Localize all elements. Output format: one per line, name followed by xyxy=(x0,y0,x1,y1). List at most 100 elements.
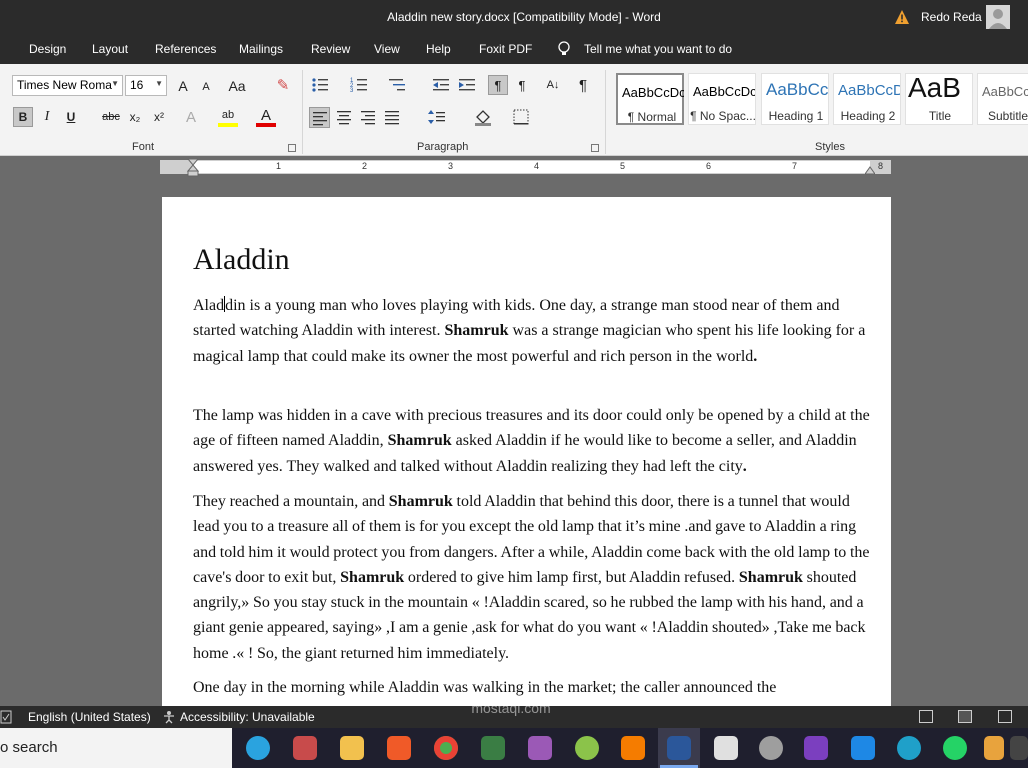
justify-icon[interactable] xyxy=(383,108,401,126)
multilevel-list-icon[interactable] xyxy=(388,77,406,93)
style-title[interactable]: AaB Title xyxy=(905,72,973,125)
document-title[interactable]: Aladdin xyxy=(193,243,290,277)
superscript-button[interactable]: x² xyxy=(150,107,168,127)
chrome-icon[interactable] xyxy=(434,736,458,760)
read-mode-icon[interactable] xyxy=(919,710,933,723)
style-label: Heading 2 xyxy=(840,109,896,123)
tab-layout[interactable]: Layout xyxy=(92,42,128,56)
bold-name: Shamruk xyxy=(738,568,803,586)
style-normal[interactable]: AaBbCcDc ¶ Normal xyxy=(616,73,684,125)
chevron-down-icon[interactable]: ▼ xyxy=(155,79,163,88)
increase-indent-icon[interactable] xyxy=(458,77,476,93)
print-layout-icon[interactable] xyxy=(958,710,972,723)
paragraph-3[interactable]: They reached a mountain, and Shamruk tol… xyxy=(193,489,873,666)
visual-studio-icon[interactable] xyxy=(804,736,828,760)
grow-font-button[interactable]: A xyxy=(174,77,192,95)
ltr-direction-icon[interactable]: ¶ xyxy=(488,75,508,95)
style-no-spacing[interactable]: AaBbCcDc ¶ No Spac... xyxy=(688,73,756,125)
rtl-direction-icon[interactable]: ¶ xyxy=(512,75,532,95)
document-page[interactable]: Aladdin Aladdin is a young man who loves… xyxy=(162,197,891,706)
media-icon[interactable] xyxy=(759,736,783,760)
whatsapp-icon[interactable] xyxy=(943,736,967,760)
telegram-icon[interactable] xyxy=(246,736,270,760)
shrink-font-button[interactable]: A xyxy=(198,79,214,95)
pdf-app-icon[interactable] xyxy=(528,736,552,760)
bold-name: Shamruk xyxy=(444,322,509,340)
app-icon[interactable] xyxy=(984,736,1004,760)
dialog-launcher-icon[interactable] xyxy=(288,144,296,152)
highlight-color-icon[interactable]: ab xyxy=(218,107,238,127)
font-color-button[interactable]: A xyxy=(256,107,276,127)
show-formatting-button[interactable]: ¶ xyxy=(574,75,592,95)
clear-formatting-icon[interactable]: ✎ xyxy=(274,76,292,94)
app-icon[interactable] xyxy=(575,736,599,760)
tab-design[interactable]: Design xyxy=(29,42,66,56)
style-heading-2[interactable]: AaBbCcD Heading 2 xyxy=(833,73,901,125)
ruler-number: 3 xyxy=(448,161,454,171)
bold-name: Shamruk xyxy=(387,432,452,450)
font-size-combo[interactable]: 16 ▼ xyxy=(125,75,167,96)
tab-references[interactable]: References xyxy=(155,42,216,56)
horizontal-ruler[interactable]: 1 2 3 4 5 6 7 8 xyxy=(160,159,891,177)
indent-marker-icon[interactable] xyxy=(187,159,199,177)
strikethrough-button[interactable]: abc xyxy=(100,107,122,127)
underline-button[interactable]: U xyxy=(62,107,80,127)
tab-help[interactable]: Help xyxy=(426,42,451,56)
chevron-down-icon[interactable]: ▼ xyxy=(111,79,119,88)
italic-button[interactable]: I xyxy=(38,107,56,127)
style-subtitle[interactable]: AaBbCcD Subtitle xyxy=(977,73,1028,125)
style-preview: AaBbCcDc xyxy=(622,85,684,100)
paint-icon[interactable] xyxy=(293,736,317,760)
security-shield-icon[interactable] xyxy=(851,736,875,760)
bold-period: . xyxy=(753,347,758,365)
bullets-icon[interactable] xyxy=(311,77,329,93)
tell-me-search[interactable]: Tell me what you want to do xyxy=(584,42,732,56)
vlc-icon[interactable] xyxy=(621,736,645,760)
solitaire-icon[interactable] xyxy=(714,736,738,760)
proofing-icon[interactable] xyxy=(0,710,12,724)
decrease-indent-icon[interactable] xyxy=(432,77,450,93)
taskbar-search[interactable]: o search xyxy=(0,728,232,768)
ruler-number: 5 xyxy=(620,161,626,171)
app-icon[interactable] xyxy=(481,736,505,760)
text-effects-button[interactable]: A xyxy=(182,107,200,127)
right-indent-marker-icon[interactable] xyxy=(865,165,875,175)
language-status[interactable]: English (United States) xyxy=(28,710,151,724)
sort-icon[interactable]: A↓ xyxy=(543,75,563,95)
taskbar: o search xyxy=(0,728,1028,768)
line-spacing-icon[interactable] xyxy=(428,108,446,126)
edge-icon[interactable] xyxy=(897,736,921,760)
svg-text:3: 3 xyxy=(350,88,354,93)
avatar[interactable] xyxy=(986,5,1010,29)
paragraph-4[interactable]: One day in the morning while Aladdin was… xyxy=(193,675,873,700)
paragraph-2[interactable]: The lamp was hidden in a cave with preci… xyxy=(193,403,873,479)
dialog-launcher-icon[interactable] xyxy=(591,144,599,152)
align-right-icon[interactable] xyxy=(359,108,377,126)
file-explorer-icon[interactable] xyxy=(340,736,364,760)
tab-view[interactable]: View xyxy=(374,42,400,56)
subscript-button[interactable]: x₂ xyxy=(126,107,144,127)
tab-foxit-pdf[interactable]: Foxit PDF xyxy=(479,42,532,56)
paragraph-1[interactable]: Aladdin is a young man who loves playing… xyxy=(193,293,873,369)
numbering-icon[interactable]: 123 xyxy=(350,77,368,93)
accessibility-status[interactable]: Accessibility: Unavailable xyxy=(180,710,315,724)
font-name-combo[interactable]: Times New Roma ▼ xyxy=(12,75,123,96)
ruler-number: 6 xyxy=(706,161,712,171)
warning-icon[interactable] xyxy=(894,9,910,25)
align-left-icon[interactable] xyxy=(309,107,330,128)
borders-icon[interactable] xyxy=(512,108,530,126)
brave-browser-icon[interactable] xyxy=(387,736,411,760)
tab-mailings[interactable]: Mailings xyxy=(239,42,283,56)
align-center-icon[interactable] xyxy=(335,108,353,126)
change-case-button[interactable]: Aa xyxy=(226,77,248,95)
word-icon[interactable] xyxy=(667,736,691,760)
style-heading-1[interactable]: AaBbCc Heading 1 xyxy=(761,73,829,125)
tab-review[interactable]: Review xyxy=(311,42,350,56)
accessibility-icon[interactable] xyxy=(162,710,177,724)
shading-icon[interactable] xyxy=(474,108,492,126)
user-name[interactable]: Redo Reda xyxy=(921,10,982,24)
lightbulb-icon[interactable] xyxy=(557,41,571,57)
web-layout-icon[interactable] xyxy=(998,710,1012,723)
tray-icon[interactable] xyxy=(1010,736,1028,760)
bold-button[interactable]: B xyxy=(13,107,33,127)
